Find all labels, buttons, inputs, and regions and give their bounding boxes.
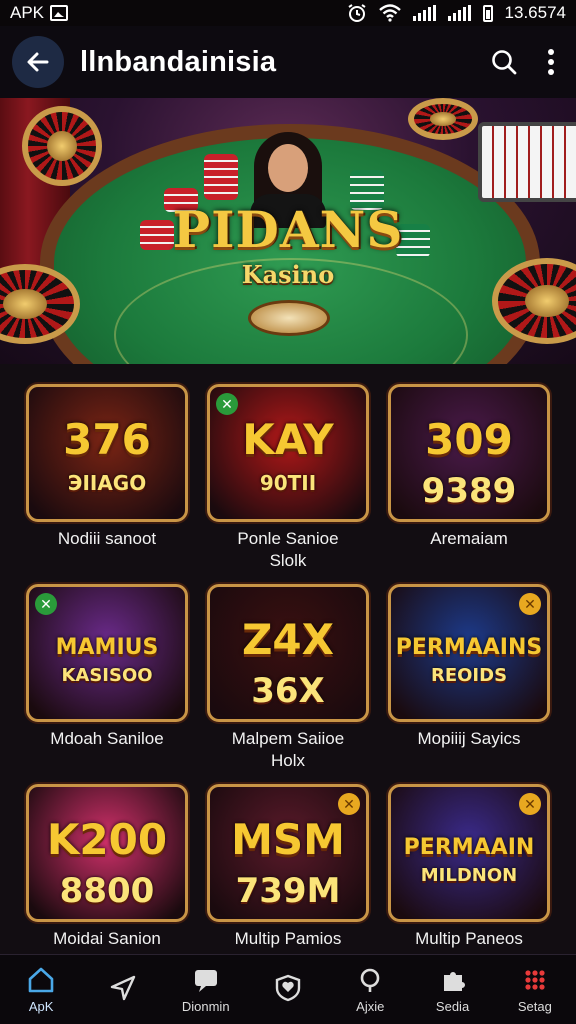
game-label: Multip Pamios: [234, 929, 342, 948]
roulette-wheel-icon-2: [408, 98, 478, 140]
game-thumbnail[interactable]: 376 ЭIIAGO: [26, 384, 188, 522]
game-thumbnail[interactable]: MSM 739M ✕: [207, 784, 369, 922]
grid-dots-icon: [525, 970, 545, 990]
game-thumbnail[interactable]: KAY 90TII ✕: [207, 384, 369, 522]
game-thumbnail[interactable]: Z4X 36X: [207, 584, 369, 722]
alarm-icon: [347, 4, 366, 22]
roulette-wheel-icon: [22, 106, 102, 186]
game-label: Malpem Saiioe Holx: [231, 729, 345, 770]
send-icon: [111, 975, 136, 1000]
shield-heart-icon: [275, 974, 301, 1001]
image-notification-icon: [50, 5, 69, 21]
game-thumbnail[interactable]: 309 9389: [388, 384, 550, 522]
game-tile[interactable]: MSM 739M ✕ Multip Pamios: [207, 784, 369, 950]
nav-item-label: Ajxie: [356, 999, 385, 1014]
game-thumb-subtitle: REOIDS: [430, 665, 508, 686]
bonus-badge-icon: ✕: [519, 793, 541, 815]
game-tile[interactable]: Z4X 36X Malpem Saiioe Holx: [207, 584, 369, 772]
status-bar: APK 13.6574: [0, 0, 576, 26]
battery-icon: [482, 4, 493, 22]
game-thumb-title: MAMIUS: [55, 635, 159, 660]
search-icon[interactable]: [490, 48, 518, 76]
app-bar: llnbandainisia: [0, 26, 576, 98]
arrow-left-icon: [27, 52, 49, 72]
game-tile[interactable]: K200 8800 Moidai Sanion: [26, 784, 188, 950]
game-thumb-title: K200: [46, 815, 168, 864]
chip-puck-icon: [248, 300, 330, 336]
game-tile[interactable]: 376 ЭIIAGO Nodiii sanoot: [26, 384, 188, 550]
nav-item-label: ApK: [28, 999, 54, 1014]
nav-item[interactable]: Setag: [494, 955, 576, 1024]
game-tile[interactable]: PERMAAINS REOIDS ✕ Mopiiij Sayics: [388, 584, 550, 750]
nav-item[interactable]: ApK: [0, 955, 82, 1024]
game-label: Moidai Sanion: [53, 929, 161, 948]
bonus-badge-icon: ✕: [216, 393, 238, 415]
bonus-badge-icon: ✕: [35, 593, 57, 615]
back-button[interactable]: [12, 36, 64, 88]
game-thumbnail[interactable]: K200 8800: [26, 784, 188, 922]
wifi-icon: [378, 4, 401, 22]
game-thumb-subtitle: MILDNON: [420, 865, 518, 886]
hero-subtitle: Kasino: [241, 260, 335, 289]
game-label: Nodiii sanoot: [57, 529, 157, 548]
search-icon: [360, 968, 380, 992]
game-thumb-subtitle: 36X: [251, 671, 325, 711]
hero-title: PIDANS: [172, 200, 404, 259]
game-thumb-title: PERMAAIN: [403, 835, 535, 860]
game-label: Multip Paneos: [415, 929, 523, 948]
game-tile[interactable]: KAY 90TII ✕ Ponle Sanioe Slolk: [207, 384, 369, 572]
puzzle-icon: [443, 972, 465, 991]
signal-icon: [412, 5, 436, 21]
game-label: Aremaiam: [430, 529, 508, 548]
status-time: 13.6574: [504, 3, 566, 22]
game-thumbnail[interactable]: PERMAAIN MILDNON ✕: [388, 784, 550, 922]
game-thumb-subtitle: 9389: [421, 471, 517, 511]
game-label: Mdoah Saniloe: [50, 729, 164, 748]
nav-item[interactable]: Sedia: [411, 955, 493, 1024]
signal-icon-2: [447, 5, 471, 21]
bottom-navigation: ApK Dionmin Ajxie Sedia Setag: [0, 954, 576, 1024]
game-thumb-title: KAY: [242, 415, 334, 464]
game-tile[interactable]: MAMIUS KASISOO ✕ Mdoah Saniloe: [26, 584, 188, 750]
nav-item[interactable]: Dionmin: [165, 955, 247, 1024]
game-thumb-title: PERMAAINS: [395, 635, 543, 660]
nav-item[interactable]: Ajxie: [329, 955, 411, 1024]
nav-item-label: Sedia: [435, 999, 470, 1014]
bonus-badge-icon: ✕: [338, 793, 360, 815]
game-tile[interactable]: PERMAAIN MILDNON ✕ Multip Paneos: [388, 784, 550, 950]
game-thumb-subtitle: 90TII: [259, 471, 317, 495]
game-thumb-title: MSM: [231, 815, 345, 864]
home-icon: [28, 967, 54, 993]
nav-item[interactable]: [247, 955, 329, 1024]
game-thumb-subtitle: 8800: [59, 871, 155, 911]
game-thumb-title: 376: [63, 415, 151, 464]
more-vert-icon[interactable]: [546, 48, 556, 76]
game-label: Mopiiij Sayics: [417, 729, 521, 748]
page-title: llnbandainisia: [80, 45, 277, 78]
game-thumb-subtitle: 739M: [235, 871, 341, 911]
game-thumb-subtitle: KASISOO: [61, 665, 153, 686]
game-thumb-title: 309: [425, 415, 513, 464]
slot-monitor: [478, 122, 576, 202]
game-tile[interactable]: 309 9389 Aremaiam: [388, 384, 550, 550]
status-app-label: APK: [10, 3, 45, 22]
game-thumb-subtitle: ЭIIAGO: [67, 471, 147, 495]
nav-item-label: Dionmin: [181, 999, 230, 1014]
game-label: Ponle Sanioe Slolk: [237, 529, 339, 570]
game-thumb-title: Z4X: [241, 615, 335, 664]
bonus-badge-icon: ✕: [519, 593, 541, 615]
nav-item[interactable]: [82, 955, 164, 1024]
hero-banner[interactable]: PIDANS Kasino: [0, 98, 576, 364]
game-thumbnail[interactable]: PERMAAINS REOIDS ✕: [388, 584, 550, 722]
chip-stack-icon: [204, 154, 238, 200]
message-icon: [194, 970, 217, 992]
game-thumbnail[interactable]: MAMIUS KASISOO ✕: [26, 584, 188, 722]
nav-item-label: Setag: [517, 999, 552, 1014]
